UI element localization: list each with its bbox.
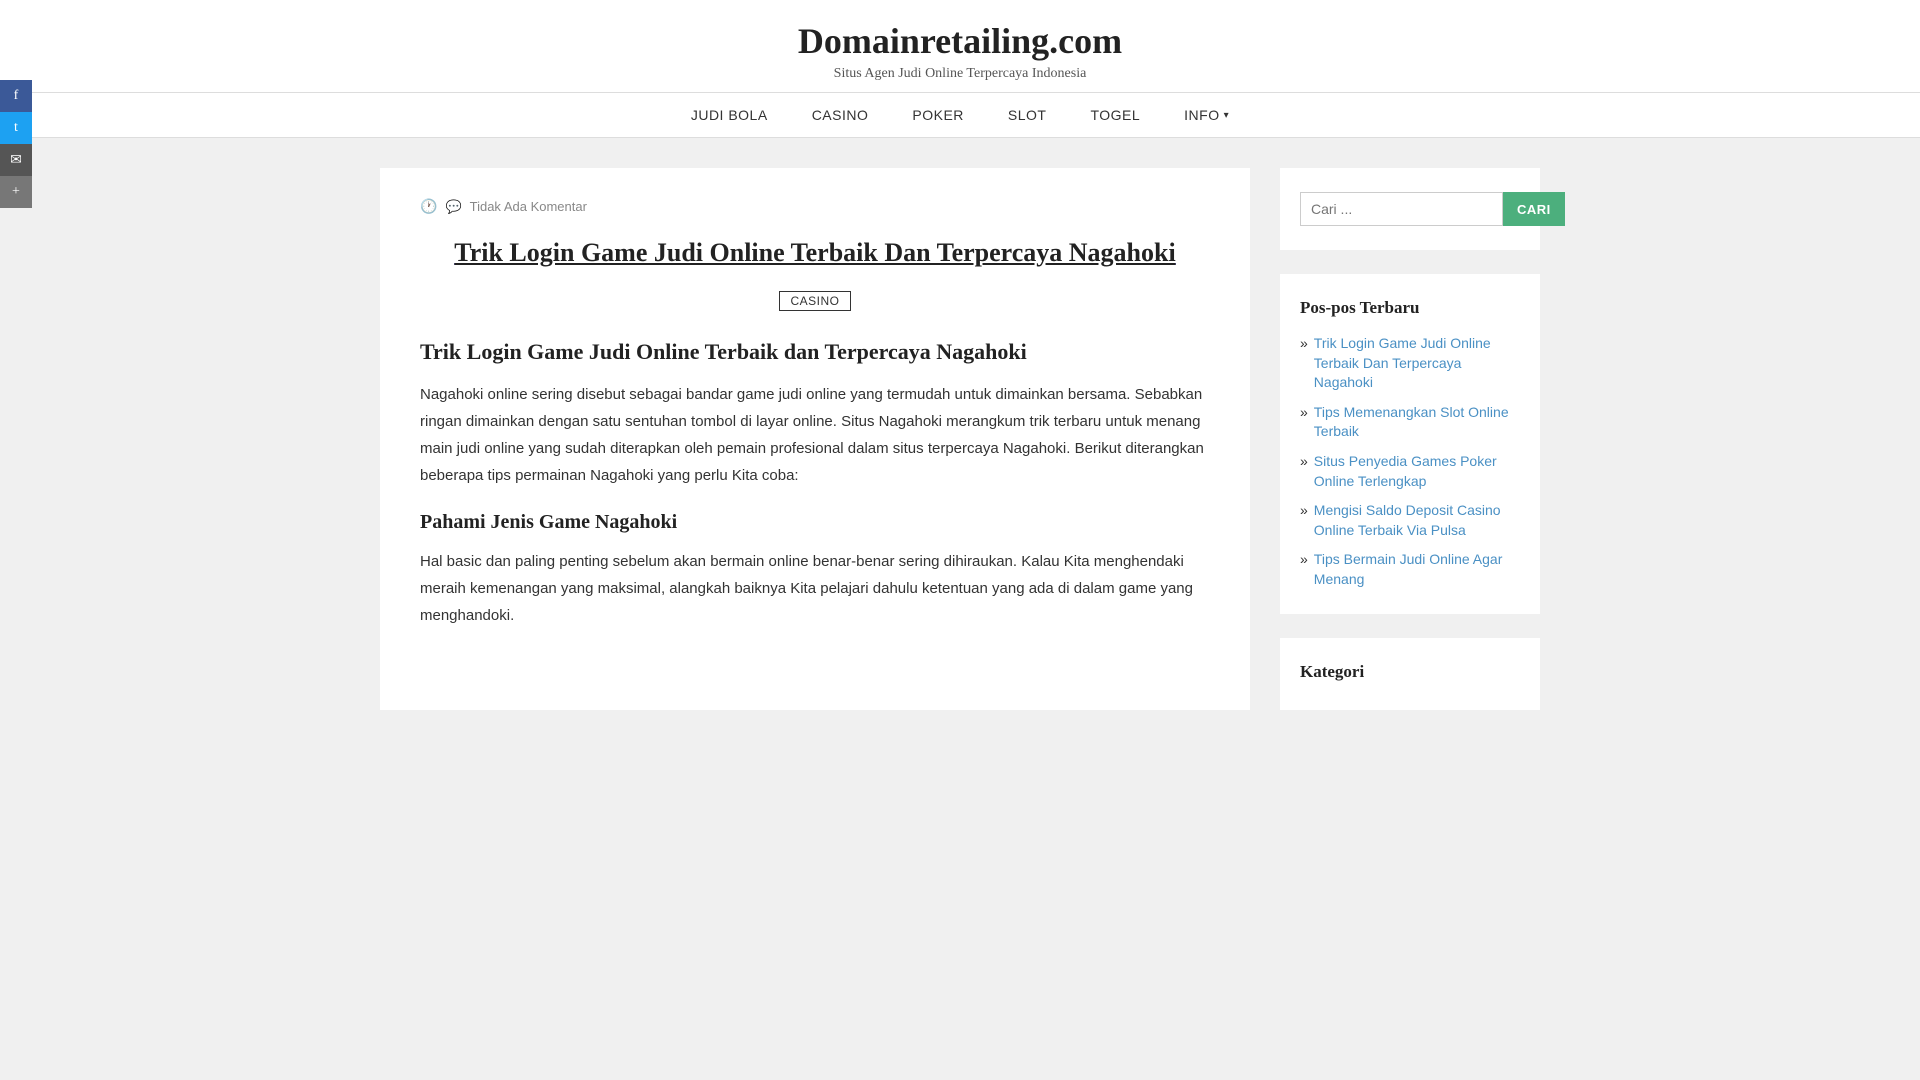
post-title-link[interactable]: Trik Login Game Judi Online Terbaik Dan … [420, 235, 1210, 271]
post-meta: 🕐 💬 Tidak Ada Komentar [420, 198, 1210, 215]
sidebar: CARI Pos-pos Terbaru Trik Login Game Jud… [1280, 168, 1540, 710]
post-comment-count: Tidak Ada Komentar [470, 199, 587, 214]
list-item: Mengisi Saldo Deposit Casino Online Terb… [1300, 501, 1520, 540]
nav-judi-bola[interactable]: JUDI BOLA [669, 93, 790, 137]
list-item: Trik Login Game Judi Online Terbaik Dan … [1300, 334, 1520, 393]
search-form: CARI [1300, 192, 1520, 226]
list-item: Tips Memenangkan Slot Online Terbaik [1300, 403, 1520, 442]
site-title: Domainretailing.com [0, 20, 1920, 62]
list-item: Tips Bermain Judi Online Agar Menang [1300, 550, 1520, 589]
recent-post-link-5[interactable]: Tips Bermain Judi Online Agar Menang [1314, 550, 1520, 589]
kategori-title: Kategori [1300, 662, 1520, 682]
nav-poker[interactable]: POKER [890, 93, 986, 137]
recent-post-link-3[interactable]: Situs Penyedia Games Poker Online Terlen… [1314, 452, 1520, 491]
email-icon: ✉ [10, 152, 22, 169]
nav-casino[interactable]: CASINO [790, 93, 891, 137]
article-body-1: Nagahoki online sering disebut sebagai b… [420, 381, 1210, 489]
nav-slot[interactable]: SLOT [986, 93, 1069, 137]
nav-info-label: INFO [1184, 107, 1219, 123]
email-button[interactable]: ✉ [0, 144, 32, 176]
nav-info[interactable]: INFO ▾ [1162, 93, 1251, 137]
page-wrapper: 🕐 💬 Tidak Ada Komentar Trik Login Game J… [360, 168, 1560, 710]
kategori-widget: Kategori [1280, 638, 1540, 710]
twitter-icon: t [14, 120, 18, 136]
article-heading-1: Trik Login Game Judi Online Terbaik dan … [420, 339, 1210, 365]
clock-icon: 🕐 [420, 198, 437, 215]
recent-post-link-1[interactable]: Trik Login Game Judi Online Terbaik Dan … [1314, 334, 1520, 393]
recent-post-link-2[interactable]: Tips Memenangkan Slot Online Terbaik [1314, 403, 1520, 442]
search-button[interactable]: CARI [1503, 192, 1565, 226]
recent-posts-widget: Pos-pos Terbaru Trik Login Game Judi Onl… [1280, 274, 1540, 614]
comment-icon: 💬 [445, 199, 461, 215]
search-widget: CARI [1280, 168, 1540, 250]
site-header: Domainretailing.com Situs Agen Judi Onli… [0, 0, 1920, 93]
category-tag-wrapper: CASINO [420, 291, 1210, 339]
recent-posts-list: Trik Login Game Judi Online Terbaik Dan … [1300, 334, 1520, 590]
article-body-2: Hal basic dan paling penting sebelum aka… [420, 548, 1210, 629]
social-sidebar: f t ✉ + [0, 80, 32, 208]
recent-posts-title: Pos-pos Terbaru [1300, 298, 1520, 318]
category-tag[interactable]: CASINO [779, 291, 850, 311]
twitter-button[interactable]: t [0, 112, 32, 144]
chevron-down-icon: ▾ [1224, 110, 1230, 121]
share-icon: + [12, 184, 20, 200]
site-tagline: Situs Agen Judi Online Terpercaya Indone… [0, 66, 1920, 82]
facebook-icon: f [14, 88, 19, 104]
list-item: Situs Penyedia Games Poker Online Terlen… [1300, 452, 1520, 491]
facebook-button[interactable]: f [0, 80, 32, 112]
share-button[interactable]: + [0, 176, 32, 208]
post-title: Trik Login Game Judi Online Terbaik Dan … [420, 235, 1210, 271]
main-content: 🕐 💬 Tidak Ada Komentar Trik Login Game J… [380, 168, 1250, 710]
search-input[interactable] [1300, 192, 1503, 226]
section-heading-2: Pahami Jenis Game Nagahoki [420, 511, 1210, 534]
recent-post-link-4[interactable]: Mengisi Saldo Deposit Casino Online Terb… [1314, 501, 1520, 540]
main-nav: JUDI BOLA CASINO POKER SLOT TOGEL INFO ▾ [0, 93, 1920, 138]
nav-togel[interactable]: TOGEL [1068, 93, 1162, 137]
